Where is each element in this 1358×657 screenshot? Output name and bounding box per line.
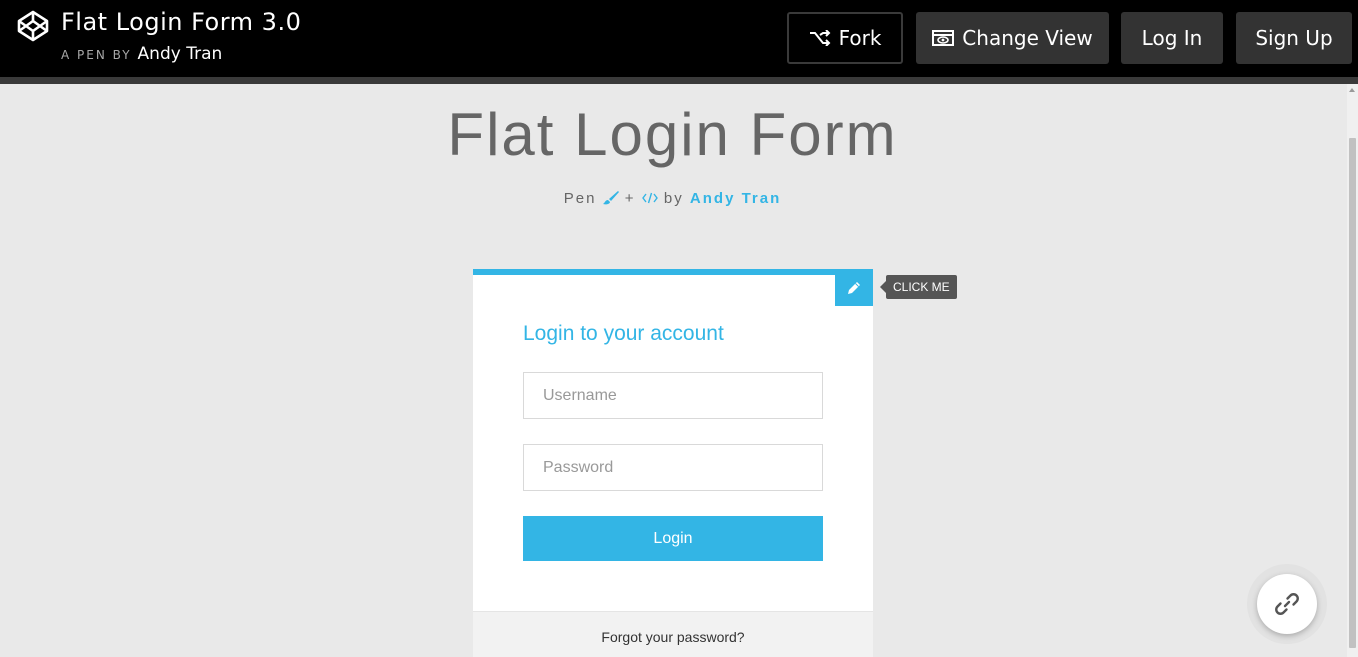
log-in-button[interactable]: Log In	[1121, 12, 1223, 64]
password-input[interactable]	[523, 444, 823, 491]
login-form-title: Login to your account	[523, 322, 724, 345]
card-toggle-button[interactable]	[835, 269, 873, 306]
subline-plus: +	[624, 190, 636, 207]
scrollbar-thumb[interactable]	[1349, 138, 1356, 648]
brush-icon	[602, 191, 619, 205]
forgot-password-link[interactable]: Forgot your password?	[473, 629, 873, 645]
subline-author-link[interactable]: Andy Tran	[690, 190, 781, 207]
pen-by-prefix: A PEN BY	[61, 48, 132, 62]
change-view-button[interactable]: Change View	[916, 12, 1109, 64]
view-icon	[932, 30, 955, 46]
pen-author-link[interactable]: Andy Tran	[138, 44, 223, 64]
fork-button[interactable]: Fork	[787, 12, 903, 64]
link-button[interactable]	[1257, 574, 1317, 634]
code-icon	[641, 192, 658, 204]
username-input[interactable]	[523, 372, 823, 419]
codepen-logo-icon[interactable]	[16, 9, 50, 43]
click-me-tooltip: CLICK ME	[880, 275, 957, 299]
change-view-label: Change View	[962, 26, 1093, 50]
fork-icon	[809, 30, 830, 46]
scroll-up-arrow-icon[interactable]	[1349, 88, 1355, 92]
sign-up-button[interactable]: Sign Up	[1236, 12, 1352, 64]
sign-up-label: Sign Up	[1255, 26, 1333, 50]
log-in-label: Log In	[1141, 26, 1203, 50]
login-submit-button[interactable]: Login	[523, 516, 823, 561]
pen-author-line: A PEN BY Andy Tran	[61, 44, 222, 64]
page-title: Flat Login Form	[447, 101, 898, 168]
header-divider	[0, 77, 1358, 84]
fork-label: Fork	[838, 26, 882, 50]
pencil-icon	[848, 281, 860, 294]
pen-subline: Pen + by Andy Tran	[0, 190, 1345, 207]
link-icon	[1275, 593, 1299, 615]
subline-pen-text: Pen	[563, 190, 597, 207]
pen-title: Flat Login Form 3.0	[61, 8, 302, 36]
subline-by: by	[663, 190, 684, 207]
